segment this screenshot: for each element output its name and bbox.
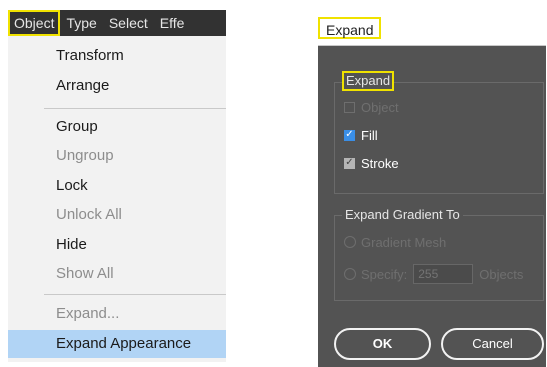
menu-item-transform[interactable]: Transform [8,42,226,70]
object-menu-dropdown: Transform Arrange Group Ungroup Lock Unl… [8,36,226,362]
fill-checkbox[interactable]: ✓ Fill [344,125,378,145]
menu-separator [44,108,226,109]
expand-group-title: Expand [342,71,395,91]
gradient-group-box [334,215,544,301]
menu-item-lock[interactable]: Lock [8,172,226,200]
fill-checkbox-label: Fill [361,127,378,143]
stroke-checkbox-label: Stroke [361,155,399,171]
menu-item-expand: Expand... [56,305,120,322]
checkmark-icon[interactable]: ✓ [344,157,355,169]
ok-button[interactable]: OK [334,328,431,360]
menu-item-unlock-all: Unlock All [56,206,122,223]
gradient-mesh-label: Gradient Mesh [361,234,447,250]
specify-label: Specify: [361,266,408,282]
object-checkbox: Object [344,97,399,117]
menu-item-hide[interactable]: Hide [8,231,226,259]
gradient-mesh-radio: Gradient Mesh [344,232,446,252]
dialog-titlebar: Expand [318,8,546,46]
radio-icon [344,236,356,248]
menu-item-expand-appearance[interactable]: Expand Appearance [8,330,226,358]
menu-item-arrange[interactable]: Arrange [8,72,226,100]
checkmark-icon[interactable]: ✓ [344,129,355,141]
menu-item-ungroup: Ungroup [56,147,114,164]
stroke-checkbox[interactable]: ✓ Stroke [344,153,399,173]
checkbox-unchecked-icon [344,101,355,113]
specify-radio: Specify: 255 Objects [344,264,523,284]
objects-label: Objects [479,266,524,282]
specify-input: 255 [413,264,474,284]
menu-effect[interactable]: Effe [154,10,191,36]
object-checkbox-label: Object [361,99,399,115]
menu-separator [44,294,226,295]
menu-select[interactable]: Select [103,10,154,36]
cancel-button[interactable]: Cancel [441,328,544,360]
gradient-group-title: Expand Gradient To [342,206,463,224]
menu-object[interactable]: Object [8,10,61,36]
expand-dialog: Expand Expand Object ✓ Fill ✓ Stroke Exp… [318,8,546,367]
menu-item-group[interactable]: Group [8,113,226,141]
menu-type[interactable]: Type [60,10,102,36]
radio-icon [344,268,356,280]
menu-item-show-all: Show All [56,265,114,282]
dialog-title: Expand [318,17,382,39]
menu-bar: Object Type Select Effe [8,10,226,36]
